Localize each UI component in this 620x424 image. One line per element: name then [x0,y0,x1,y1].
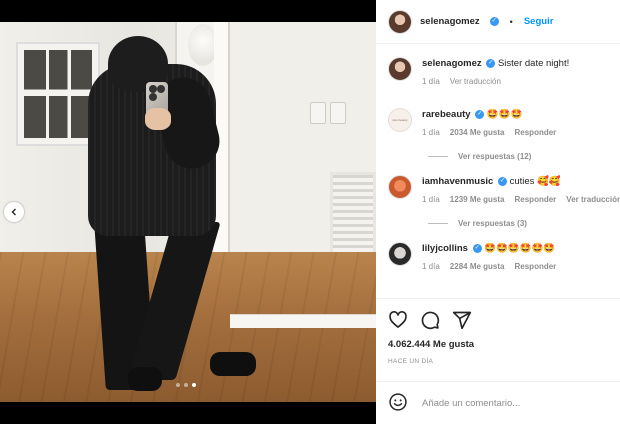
comment-age[interactable]: 1 día [422,128,440,137]
caption: selenagomez ✓ Sister date night! 1 día V… [376,57,620,86]
chevron-left-icon [9,205,19,220]
commenter-avatar[interactable] [388,175,412,199]
caption-age[interactable]: 1 día [422,77,440,86]
comment-likes[interactable]: 2034 Me gusta [450,128,505,137]
post-sidebar: selenagomez ✓ • Seguir selenagomez ✓ Sis… [376,0,620,424]
photo-window [18,44,98,144]
author-username[interactable]: selenagomez [420,16,480,27]
replies-line [428,222,448,224]
carousel-dot [184,383,188,387]
carousel-dot-active [192,383,196,387]
commenter-avatar[interactable] [388,242,412,266]
verified-badge-icon: ✓ [472,243,482,253]
comments-list[interactable]: selenagomez ✓ Sister date night! 1 día V… [376,45,620,297]
translate-link[interactable]: Ver traducción [450,77,501,86]
comment-item: lilyjcollins ✓ 🤩🤩🤩🤩🤩🤩 1 día 2284 Me gust… [376,242,620,271]
carousel-indicator [176,383,196,387]
post-timestamp[interactable]: HACE UN DÍA [376,358,620,365]
comment-text: cuties 🥰🥰 [509,176,561,187]
comment-username[interactable]: iamhavenmusic [422,176,493,187]
carousel-dot [176,383,180,387]
replies-line [428,155,448,157]
verified-badge-icon: ✓ [475,109,485,119]
comment-input[interactable] [420,396,600,410]
comment-item: rare beauty rarebeauty ✓ 🤩🤩🤩 1 día 2034 … [376,108,620,137]
author-avatar[interactable] [388,57,412,81]
caption-username[interactable]: selenagomez [422,58,482,69]
post-media[interactable] [0,22,376,402]
comment-item: iamhavenmusic ✓ cuties 🥰🥰 1 día 1239 Me … [376,175,620,204]
follow-button[interactable]: Seguir [524,16,554,27]
author-avatar[interactable] [388,9,412,34]
view-replies-button[interactable]: Ver respuestas (12) [376,147,620,165]
view-replies-button[interactable]: Ver respuestas (3) [376,214,620,232]
header-separator: • [509,16,513,27]
verified-badge-icon: ✓ [489,17,499,26]
view-replies-label: Ver respuestas (3) [458,218,527,228]
comment-bubble-icon[interactable] [420,310,440,332]
comment-username[interactable]: lilyjcollins [422,243,468,254]
likes-count[interactable]: 4.062.444 Me gusta [376,339,620,350]
comment-likes[interactable]: 2284 Me gusta [450,262,505,271]
photo-light-switch [330,102,346,124]
caption-text: Sister date night! [497,58,570,69]
reply-button[interactable]: Responder [515,195,557,204]
comment-age[interactable]: 1 día [422,195,440,204]
comment-composer [376,381,620,424]
comment-age[interactable]: 1 día [422,262,440,271]
verified-badge-icon: ✓ [486,58,496,68]
photo-light-switch [310,102,326,124]
comment-text: 🤩🤩🤩 [486,109,523,120]
carousel-prev-button[interactable] [4,202,24,222]
reply-button[interactable]: Responder [515,262,557,271]
avatar-logo-text: rare beauty [392,118,408,122]
heart-icon[interactable] [388,310,408,332]
photo-baseboard [230,314,376,328]
translate-link[interactable]: Ver traducción [566,195,620,204]
photo-person [145,108,171,130]
photo-person [210,352,256,376]
smiley-icon[interactable] [388,392,408,414]
view-replies-label: Ver respuestas (12) [458,151,532,161]
comment-likes[interactable]: 1239 Me gusta [450,195,505,204]
verified-badge-icon: ✓ [497,176,507,186]
photo-person [128,367,162,391]
reply-button[interactable]: Responder [515,128,557,137]
post-header: selenagomez ✓ • Seguir [376,0,620,44]
comment-username[interactable]: rarebeauty [422,109,471,120]
comment-text: 🤩🤩🤩🤩🤩🤩 [484,243,556,254]
commenter-avatar[interactable]: rare beauty [388,108,412,132]
paper-plane-icon[interactable] [452,310,472,332]
